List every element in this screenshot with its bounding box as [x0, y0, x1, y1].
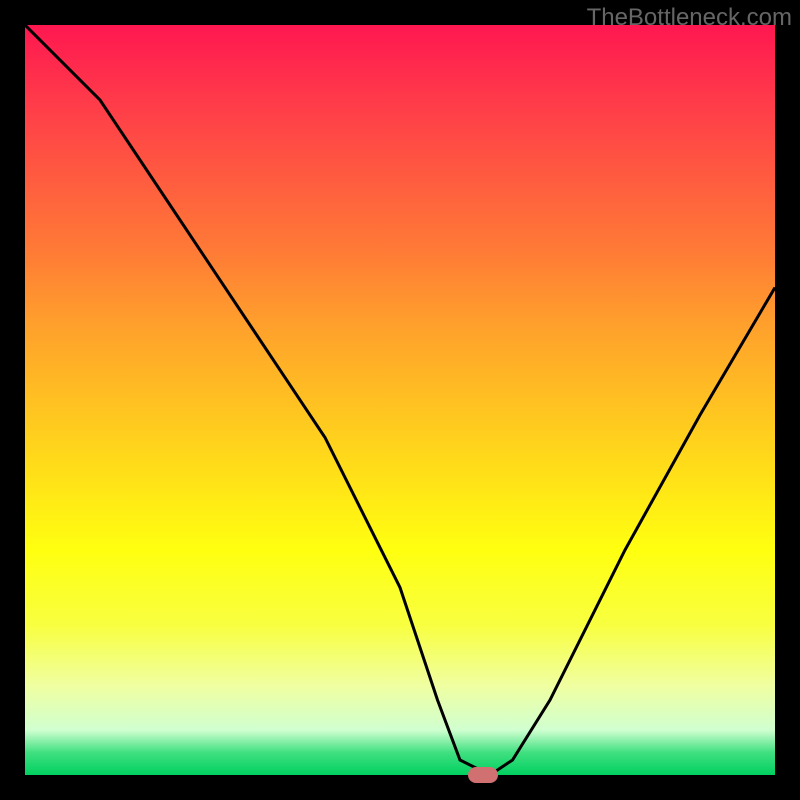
bottleneck-curve: [25, 25, 775, 775]
watermark-text: TheBottleneck.com: [587, 4, 792, 32]
bottleneck-marker: [468, 767, 498, 783]
